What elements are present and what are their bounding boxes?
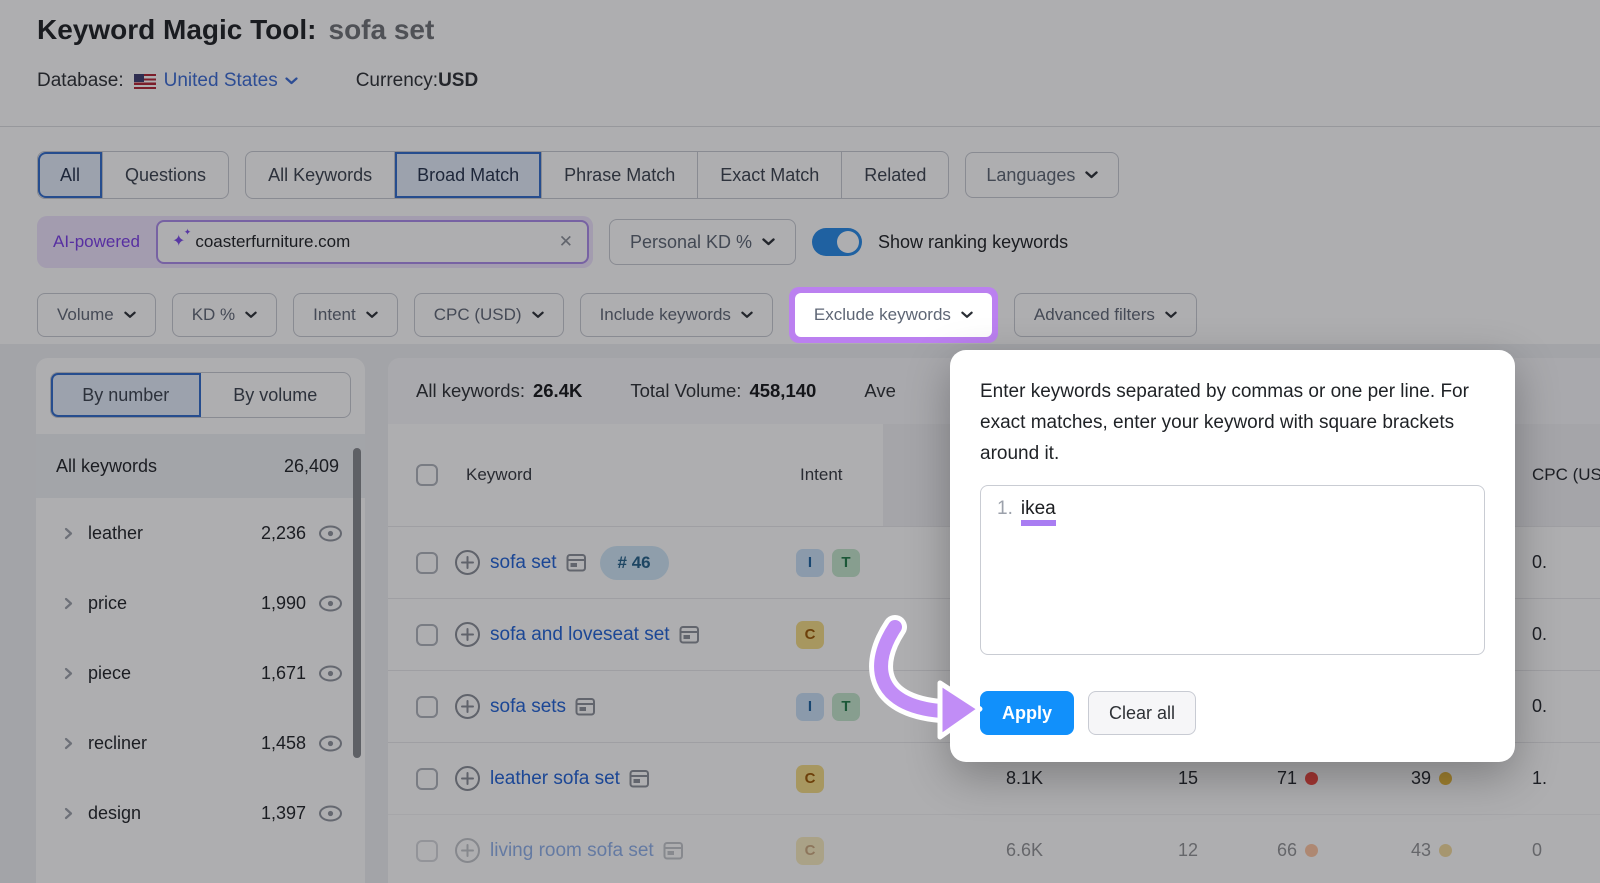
exclude-keywords-textarea[interactable]: 1. ikea xyxy=(980,485,1485,655)
exclude-keywords-highlight: Exclude keywords xyxy=(788,287,998,343)
clear-all-button[interactable]: Clear all xyxy=(1088,691,1197,735)
chevron-down-icon xyxy=(961,311,973,319)
apply-button[interactable]: Apply xyxy=(980,691,1075,735)
popup-buttons: Apply Clear all xyxy=(980,691,1485,735)
exclude-keywords-dropdown[interactable]: Exclude keywords xyxy=(794,293,992,337)
keyword-magic-tool-screen: Keyword Magic Tool: sofa set Database: Un… xyxy=(0,0,1600,883)
excluded-keyword-entry: ikea xyxy=(1020,498,1056,526)
popup-instructions: Enter keywords separated by commas or on… xyxy=(980,381,1469,464)
line-number: 1. xyxy=(997,498,1013,519)
exclude-keywords-popup: Enter keywords separated by commas or on… xyxy=(950,350,1515,762)
exclude-keywords-label: Exclude keywords xyxy=(813,305,951,324)
